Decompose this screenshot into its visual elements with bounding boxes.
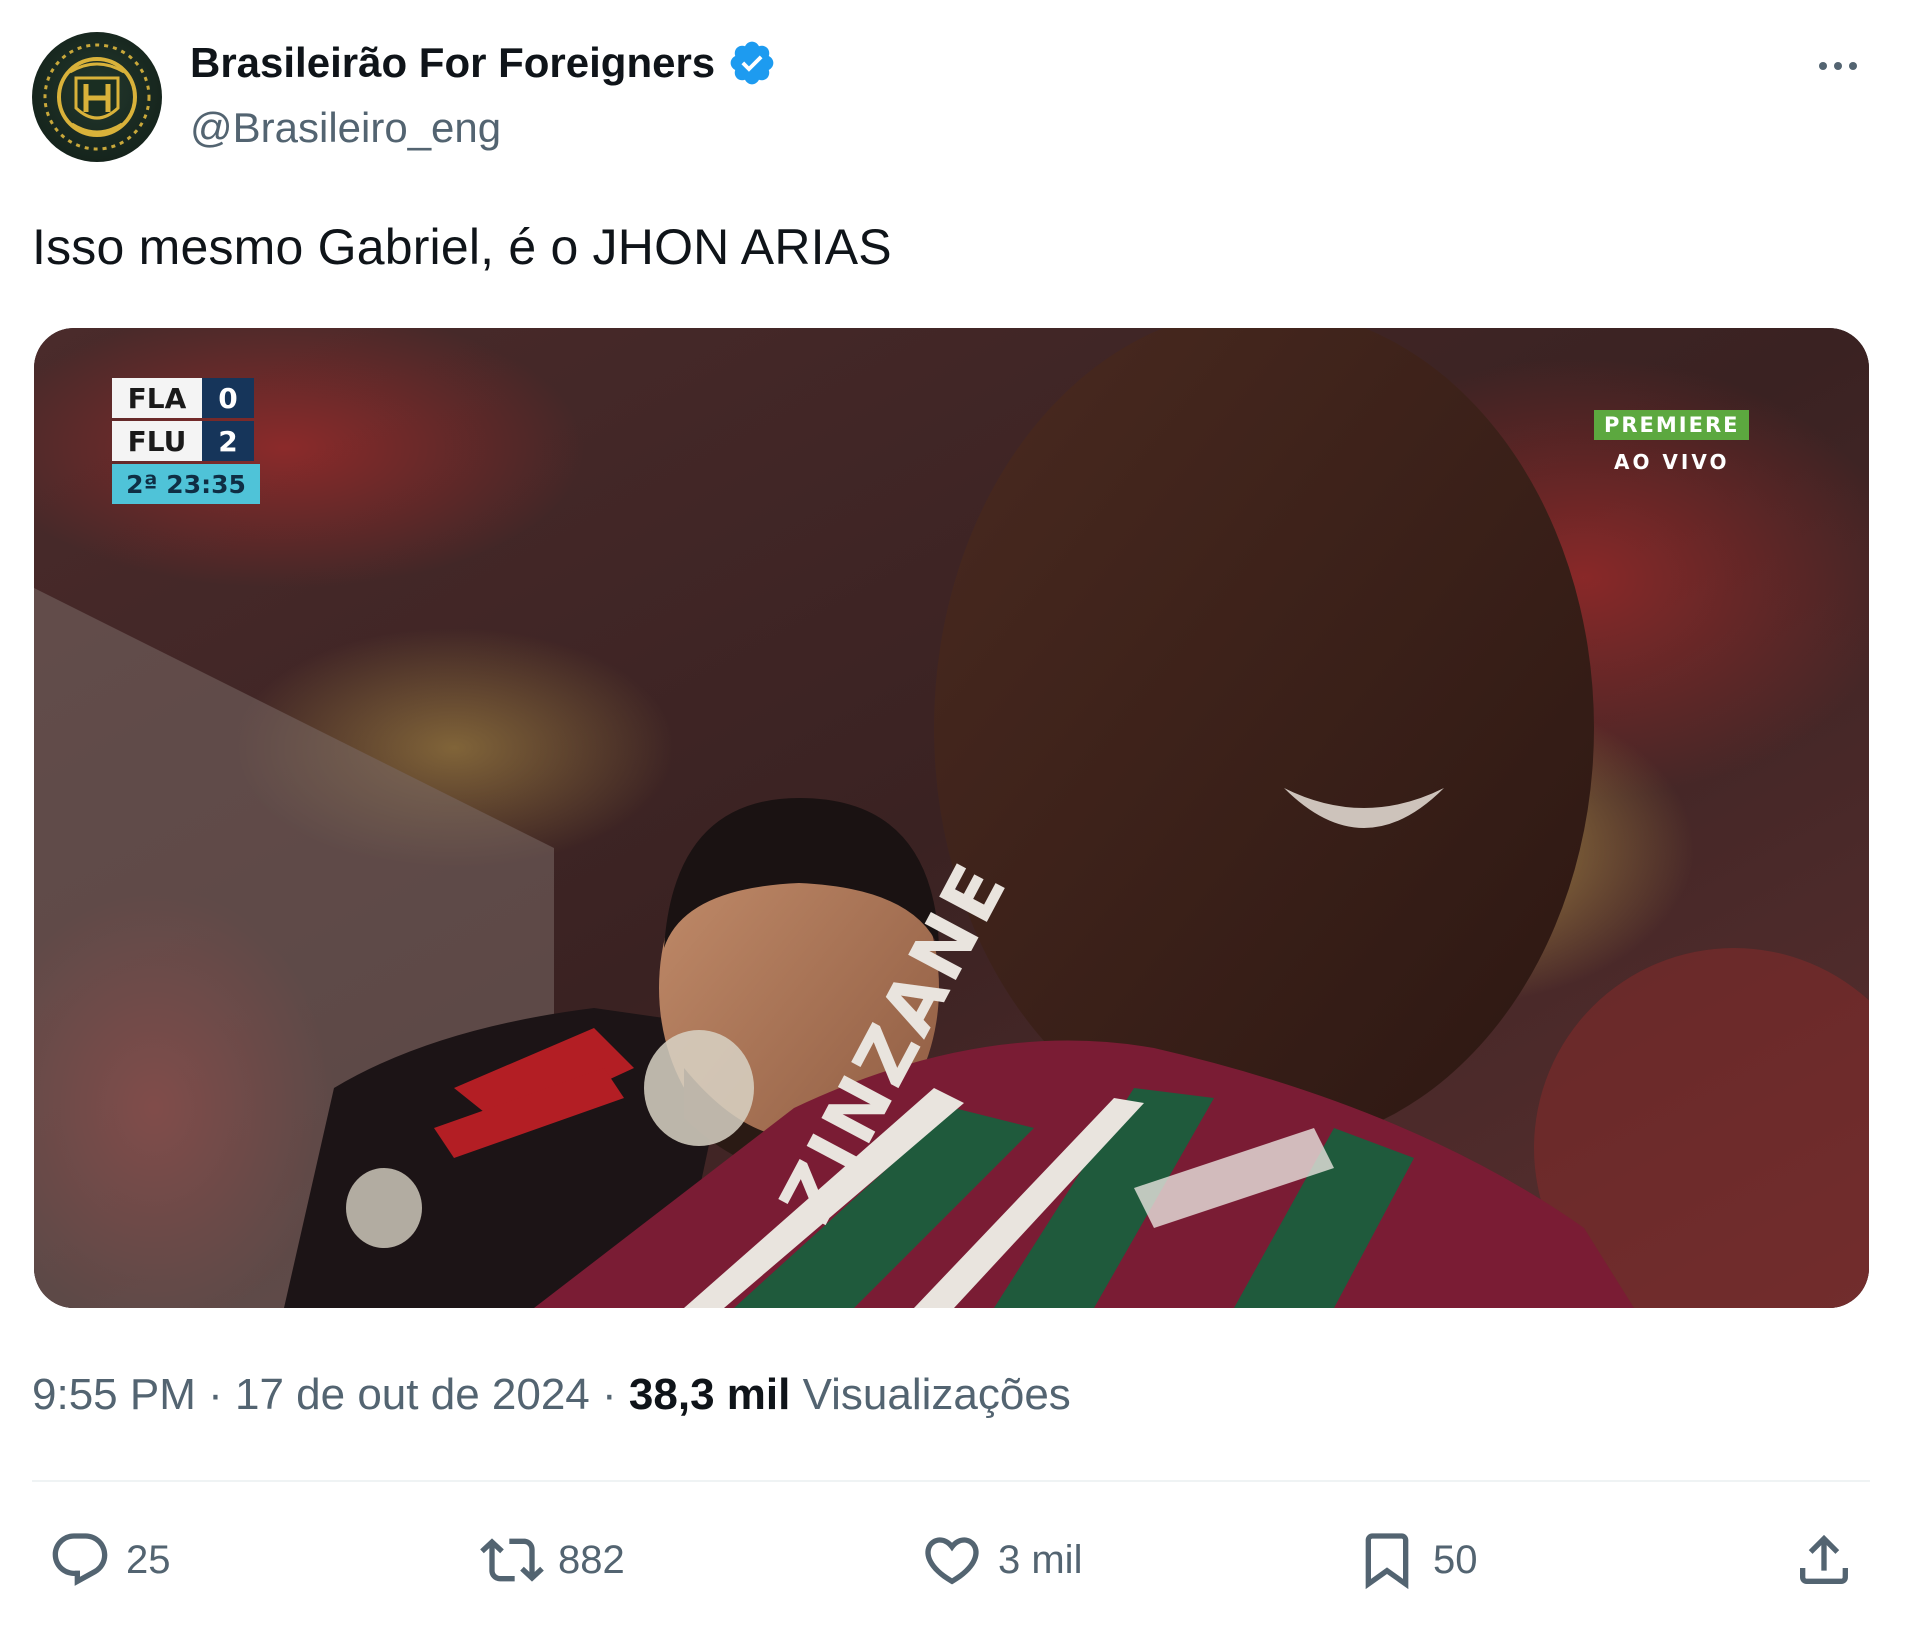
retweet-icon [480,1538,544,1582]
tweet-meta: 9:55 PM · 17 de out de 2024 · 38,3 mil V… [32,1370,1071,1420]
score-value-home: 0 [202,378,254,418]
live-label: AO VIVO [1613,450,1730,474]
views-count: 38,3 mil [628,1370,791,1419]
verified-badge-icon [727,38,777,88]
reply-button[interactable]: 25 [48,1520,171,1600]
like-button[interactable]: 3 mil [920,1520,1082,1600]
avatar[interactable] [32,32,162,162]
reply-icon [52,1533,108,1586]
author-handle[interactable]: @Brasileiro_eng [190,104,501,152]
heart-icon [925,1537,979,1585]
score-row-away: FLU 2 [112,421,260,461]
retweet-count: 882 [558,1537,625,1582]
score-row-home: FLA 0 [112,378,260,418]
match-photo: ZINZANE [34,328,1869,1308]
author-name[interactable]: Brasileirão For Foreigners [190,38,777,88]
meta-separator: · [208,1370,223,1419]
author-name-text[interactable]: Brasileirão For Foreigners [190,39,715,87]
broadcaster-logo: PREMIERE AO VIVO [1594,410,1750,474]
bookmark-button[interactable]: 50 [1355,1520,1478,1600]
tweet-date[interactable]: 17 de out de 2024 [235,1370,590,1419]
bookmark-icon [1365,1533,1409,1590]
tweet-media-image[interactable]: ZINZANE FLA 0 FLU 2 2ª 23:35 PREMIERE AO… [34,328,1869,1308]
match-clock: 2ª 23:35 [112,464,260,504]
scoreboard: FLA 0 FLU 2 2ª 23:35 [112,378,260,504]
broadcaster-name: PREMIERE [1594,410,1750,440]
more-options-icon[interactable] [1808,44,1868,88]
score-team-away: FLU [112,421,202,461]
tweet-card: Brasileirão For Foreigners @Brasileiro_e… [0,0,1920,1630]
score-value-away: 2 [202,421,254,461]
club-crest-logo [43,43,151,151]
retweet-button[interactable]: 882 [480,1520,625,1600]
tweet-text: Isso mesmo Gabriel, é o JHON ARIAS [32,219,892,275]
meta-separator: · [602,1370,617,1419]
like-count: 3 mil [998,1537,1083,1582]
bookmark-count: 50 [1433,1537,1478,1582]
share-button[interactable] [1792,1520,1856,1600]
share-icon [1800,1534,1848,1584]
reply-count: 25 [126,1537,171,1582]
score-team-home: FLA [112,378,202,418]
divider [32,1480,1870,1482]
tweet-time[interactable]: 9:55 PM [32,1370,196,1419]
views-label: Visualizações [802,1370,1071,1419]
action-bar: 25 882 3 mil 50 [0,1520,1920,1600]
